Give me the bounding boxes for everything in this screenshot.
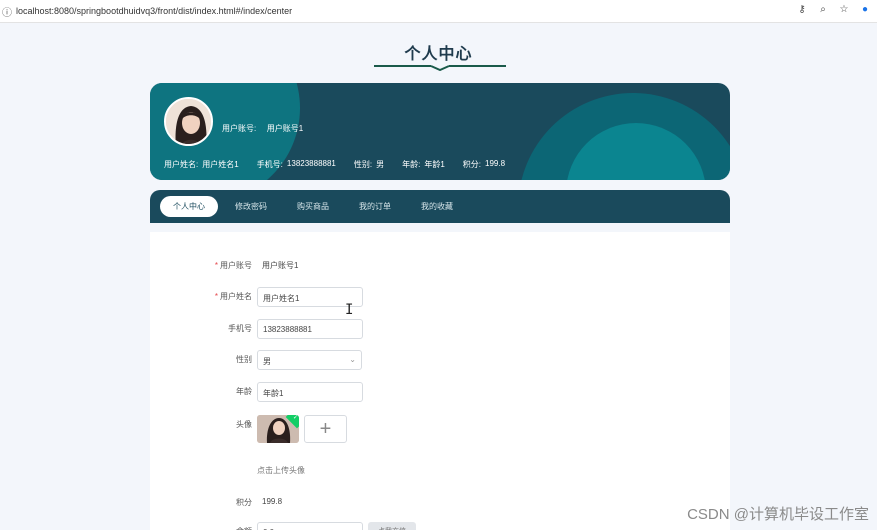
banner-account: 用户账号: 用户账号1 bbox=[222, 123, 303, 134]
check-icon: ✓ bbox=[292, 415, 298, 421]
gender-value: 男 bbox=[376, 160, 385, 169]
form-row-name: * 用户姓名 用户姓名1 bbox=[150, 287, 730, 307]
tab-buy-goods[interactable]: 购买商品 bbox=[284, 196, 342, 217]
points-field-value: 199.8 bbox=[262, 497, 283, 506]
points-field-label: 积分 bbox=[236, 498, 252, 507]
balance-field[interactable]: 0.0 bbox=[257, 522, 363, 530]
name-label: 用户姓名: bbox=[164, 160, 199, 169]
age-value: 年龄1 bbox=[424, 160, 445, 169]
page-title: 个人中心 bbox=[404, 46, 473, 63]
tab-my-orders[interactable]: 我的订单 bbox=[346, 196, 404, 217]
avatar-upload-button[interactable]: + bbox=[304, 415, 347, 443]
phone-value: 13823888881 bbox=[286, 159, 336, 168]
name-field-label: * 用户姓名 bbox=[214, 292, 252, 301]
phone-label: 手机号: bbox=[256, 160, 283, 169]
form-row-upload-tip: 点击上传头像 bbox=[150, 461, 730, 481]
balance-field-label: 余额 bbox=[236, 526, 252, 530]
form-row-phone: 手机号 13823888881 bbox=[150, 319, 730, 339]
avatar bbox=[164, 97, 213, 146]
avatar-thumbnail[interactable]: ✓ bbox=[257, 415, 299, 443]
watermark: CSDN @计算机毕设工作室 bbox=[687, 506, 869, 523]
star-icon[interactable]: ☆ bbox=[838, 4, 850, 15]
profile-icon[interactable]: ● bbox=[859, 4, 871, 15]
zoom-icon[interactable]: ⌕ bbox=[817, 4, 829, 15]
chevron-down-icon: ⌄ bbox=[349, 355, 356, 364]
site-info-icon[interactable]: ⓘ bbox=[1, 4, 13, 19]
form-row-account: * 用户账号 用户账号1 bbox=[150, 256, 730, 276]
form-row-balance: 余额 0.0 点我充值 bbox=[150, 522, 730, 530]
tab-personal-center[interactable]: 个人中心 bbox=[160, 196, 218, 217]
title-underline bbox=[374, 65, 506, 71]
profile-form: * 用户账号 用户账号1 * 用户姓名 用户姓名1 手机号 13823888881 … bbox=[150, 232, 730, 530]
recharge-button[interactable]: 点我充值 bbox=[368, 522, 416, 530]
points-label: 积分: bbox=[462, 160, 482, 169]
upload-avatar-tip[interactable]: 点击上传头像 bbox=[257, 465, 305, 476]
age-field-label: 年龄 bbox=[236, 387, 252, 396]
phone-field[interactable]: 13823888881 bbox=[257, 319, 363, 339]
phone-field-label: 手机号 bbox=[228, 324, 252, 333]
gender-selected-value: 男 bbox=[263, 357, 271, 366]
browser-actions: ⚷ ⌕ ☆ ● bbox=[796, 4, 871, 15]
account-field-label: * 用户账号 bbox=[214, 261, 252, 270]
gender-label: 性别: bbox=[353, 160, 373, 169]
age-field[interactable]: 年龄1 bbox=[257, 382, 363, 402]
points-value: 199.8 bbox=[485, 159, 506, 168]
account-label: 用户账号: bbox=[222, 124, 257, 133]
age-label: 年龄: bbox=[402, 160, 421, 169]
tab-change-password[interactable]: 修改密码 bbox=[222, 196, 280, 217]
profile-banner: 用户账号: 用户账号1 用户姓名: 用户姓名1 手机号: 13823888881… bbox=[150, 83, 730, 180]
key-icon[interactable]: ⚷ bbox=[796, 4, 808, 15]
tab-my-favorites[interactable]: 我的收藏 bbox=[408, 196, 466, 217]
form-row-age: 年龄 年龄1 bbox=[150, 382, 730, 402]
account-field-value: 用户账号1 bbox=[262, 261, 299, 270]
center-nav: 个人中心 修改密码 购买商品 我的订单 我的收藏 bbox=[150, 190, 730, 223]
avatar-field-label: 头像 bbox=[236, 420, 252, 429]
text-cursor-icon: I bbox=[345, 302, 354, 318]
account-value: 用户账号1 bbox=[266, 124, 304, 133]
banner-info-row: 用户姓名: 用户姓名1 手机号: 13823888881 性别: 男 年龄: 年… bbox=[164, 159, 509, 170]
form-row-avatar: 头像 ✓ + bbox=[150, 415, 730, 445]
gender-field-label: 性别 bbox=[236, 355, 252, 364]
form-row-gender: 性别 男 ⌄ bbox=[150, 350, 730, 370]
gender-select[interactable]: 男 ⌄ bbox=[257, 350, 362, 370]
browser-address-bar: ⓘ localhost:8080/springbootdhuidvq3/fron… bbox=[0, 0, 877, 23]
name-value: 用户姓名1 bbox=[202, 160, 239, 169]
address-url[interactable]: localhost:8080/springbootdhuidvq3/front/… bbox=[16, 6, 292, 16]
form-row-points: 积分 199.8 bbox=[150, 493, 730, 513]
